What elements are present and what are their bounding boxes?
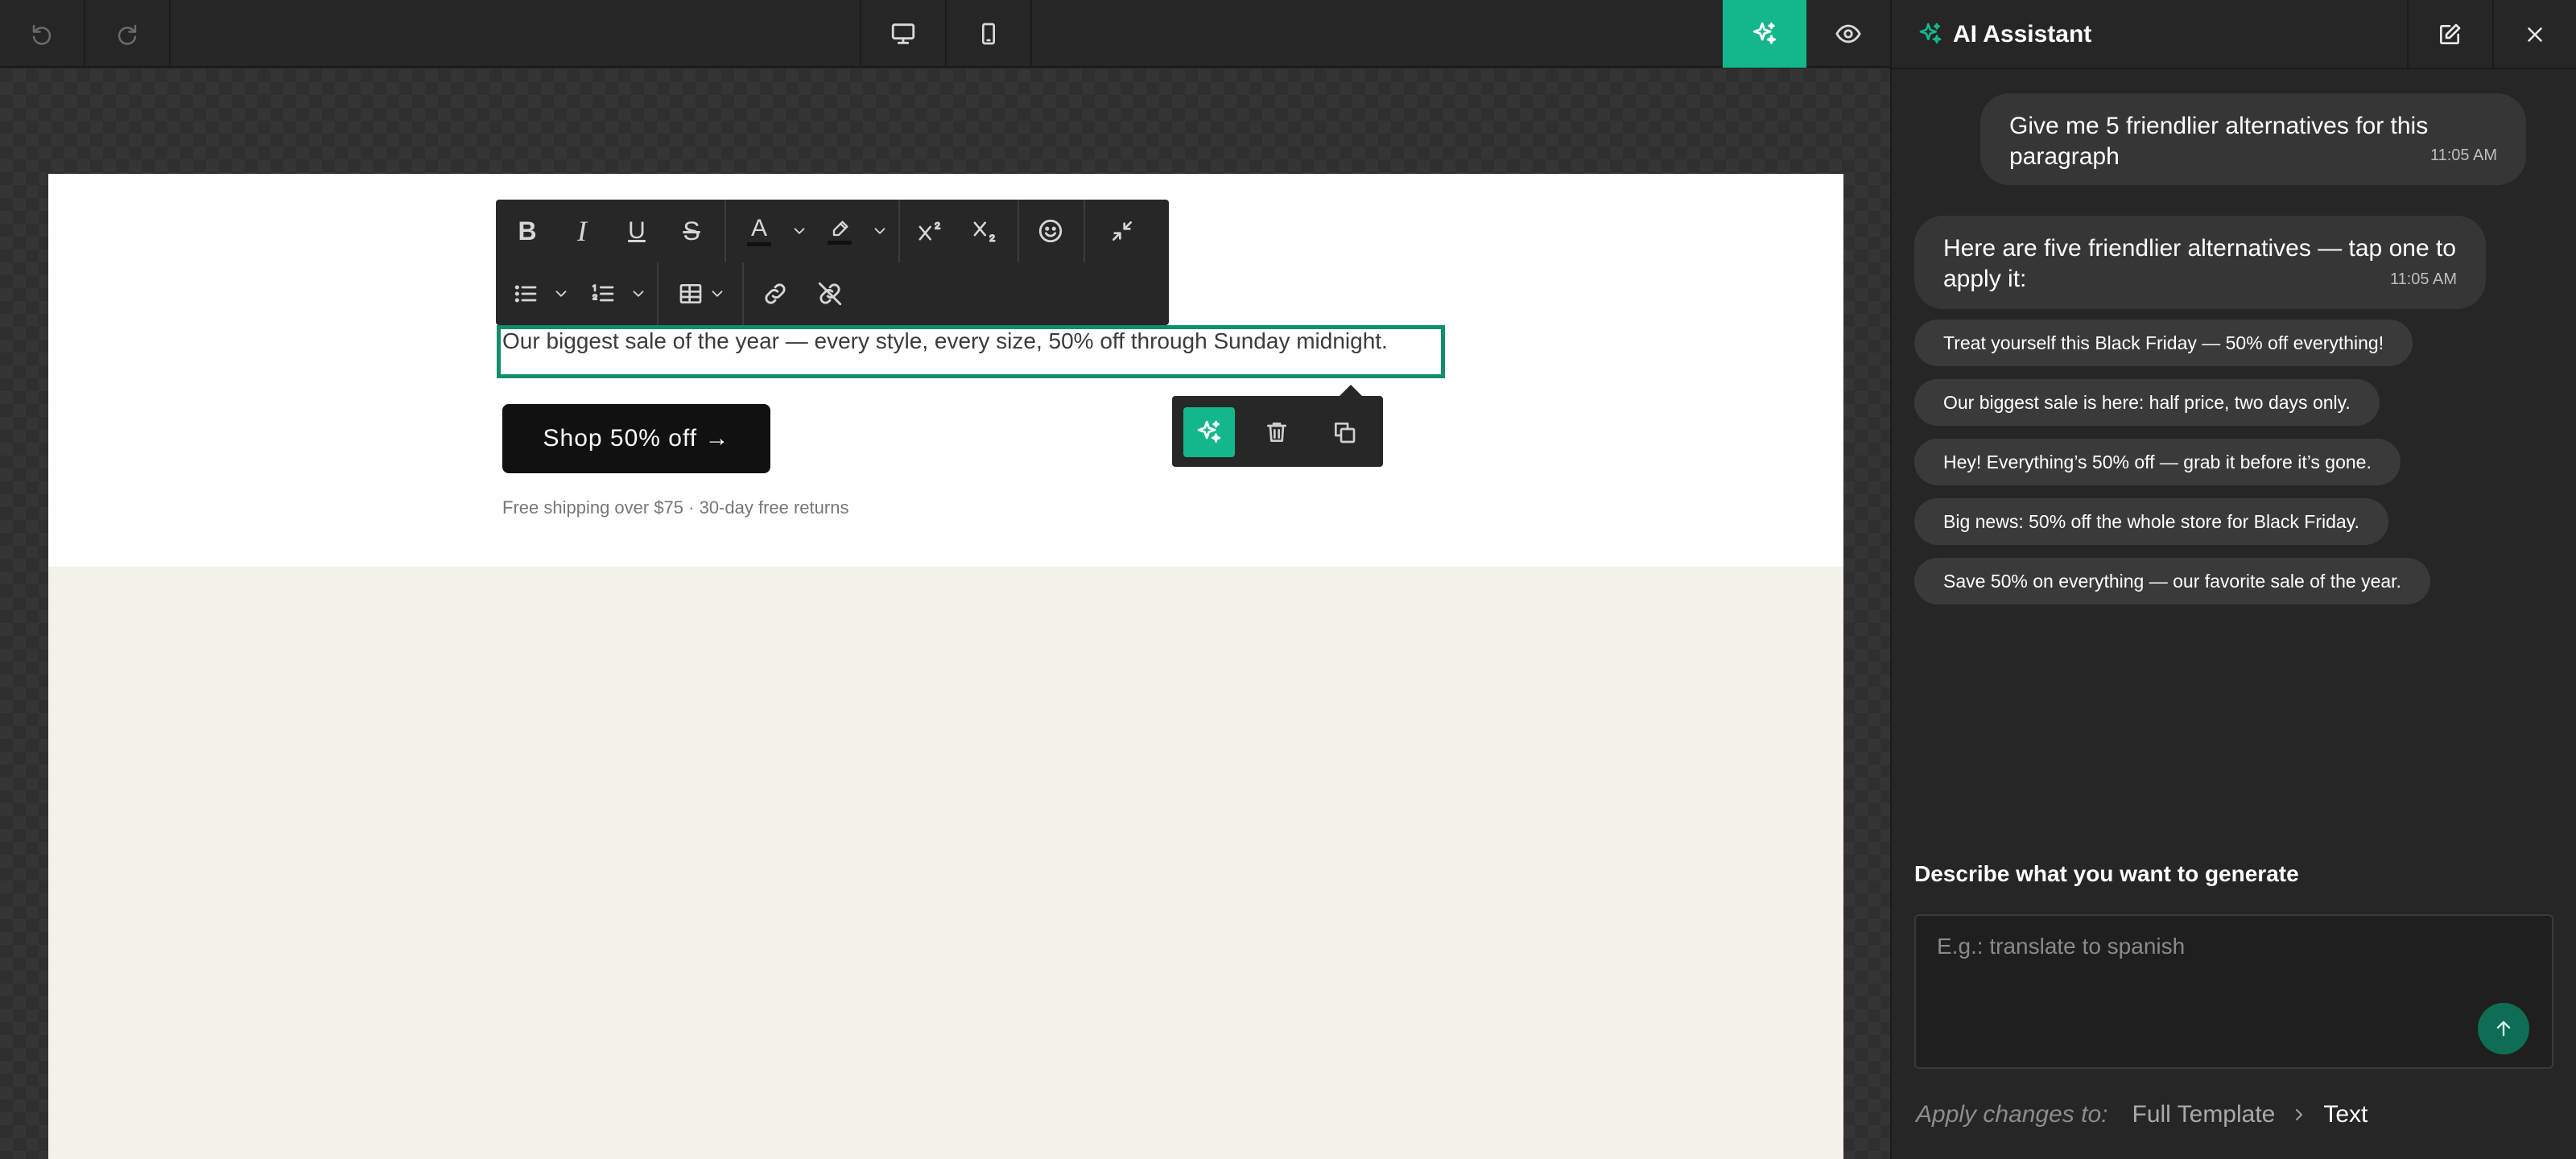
duplicate-block-button[interactable] (1319, 407, 1370, 457)
send-button[interactable] (2478, 1003, 2529, 1054)
delete-block-button[interactable] (1251, 407, 1302, 457)
superscript-icon (917, 218, 946, 244)
highlight-color-button[interactable] (813, 200, 866, 262)
chevron-down-icon (552, 285, 570, 303)
insert-link-button[interactable] (749, 262, 802, 325)
emoji-button[interactable] (1024, 200, 1077, 262)
mobile-view-button[interactable] (947, 0, 1030, 68)
strikethrough-icon: S (683, 216, 700, 245)
edit-icon (2437, 22, 2462, 47)
suggestion-chip[interactable]: Our biggest sale is here: half price, tw… (1914, 379, 2380, 426)
sparkles-icon (1195, 419, 1223, 446)
underline-button[interactable]: U (610, 200, 663, 262)
ai-rewrite-block-button[interactable] (1183, 407, 1235, 457)
apply-scope-breadcrumb: Apply changes to: Full Template Text (1916, 1101, 2368, 1128)
italic-button[interactable]: I (555, 200, 609, 262)
numbered-list-button[interactable] (580, 262, 626, 325)
bulleted-list-icon (512, 281, 539, 307)
format-row-1: B I U S A (496, 200, 1169, 262)
bulleted-list-dropdown[interactable] (549, 262, 573, 325)
scope-full-template[interactable]: Full Template (2132, 1101, 2276, 1128)
preview-button[interactable] (1806, 0, 1890, 68)
collapse-icon (1109, 218, 1135, 244)
subscript-button[interactable] (960, 200, 1013, 262)
eye-icon (1835, 20, 1862, 47)
superscript-button[interactable] (905, 200, 958, 262)
message-timestamp: 11:05 AM (2429, 146, 2497, 164)
top-toolbar (0, 0, 1890, 68)
collapse-toolbar-button[interactable] (1090, 200, 1154, 262)
strikethrough-button[interactable]: S (665, 200, 718, 262)
unlink-icon (816, 280, 844, 307)
suggestion-chip[interactable]: Treat yourself this Black Friday — 50% o… (1914, 320, 2413, 366)
link-icon (762, 280, 789, 307)
editor-canvas: Our biggest sale of the year — every sty… (0, 69, 1890, 1159)
bold-button[interactable]: B (501, 200, 554, 262)
bold-icon: B (518, 216, 537, 245)
bulleted-list-button[interactable] (502, 262, 549, 325)
sparkles-icon (1751, 20, 1778, 47)
emoji-icon (1037, 217, 1064, 245)
desktop-icon (890, 20, 917, 47)
highlight-color-dropdown[interactable] (868, 200, 892, 262)
shipping-note: Free shipping over $75 · 30-day free ret… (502, 497, 849, 518)
redo-icon (115, 22, 139, 46)
text-color-dropdown[interactable] (787, 200, 811, 262)
chevron-down-icon (791, 222, 808, 240)
email-document: Our biggest sale of the year — every sty… (48, 174, 1843, 1159)
redo-button[interactable] (85, 0, 169, 68)
trash-icon (1264, 419, 1290, 445)
close-panel-button[interactable] (2492, 0, 2576, 69)
unlink-button[interactable] (803, 262, 857, 325)
message-timestamp: 11:05 AM (2389, 270, 2457, 288)
apply-label: Apply changes to: (1916, 1101, 2108, 1128)
text-color-icon: A (747, 216, 771, 246)
undo-button[interactable] (0, 0, 84, 68)
suggestion-chip[interactable]: Save 50% on everything — our favorite sa… (1914, 558, 2430, 604)
underline-icon: U (628, 217, 646, 244)
prompt-input[interactable] (1937, 934, 2452, 959)
chevron-down-icon (630, 285, 647, 303)
chevron-down-icon (871, 222, 889, 240)
new-chat-button[interactable] (2407, 0, 2491, 69)
paragraph-text[interactable]: Our biggest sale of the year — every sty… (502, 328, 1388, 354)
chevron-right-icon (2289, 1105, 2309, 1124)
undo-icon (30, 22, 54, 46)
generate-label: Describe what you want to generate (1914, 861, 2299, 886)
suggestion-chip[interactable]: Hey! Everything’s 50% off — grab it befo… (1914, 439, 2401, 485)
table-icon (676, 281, 726, 307)
assistant-message: Here are five friendlier alternatives — … (1914, 216, 2486, 309)
panel-title: AI Assistant (1953, 21, 2092, 47)
prompt-box (1914, 914, 2553, 1069)
mobile-icon (976, 21, 1001, 47)
text-color-button[interactable]: A (733, 200, 786, 262)
ai-assistant-toggle-button[interactable] (1723, 0, 1806, 68)
suggestion-chip[interactable]: Big news: 50% off the whole store for Bl… (1914, 498, 2388, 545)
insert-table-button[interactable] (665, 262, 737, 325)
format-row-2 (496, 262, 1169, 325)
close-icon (2523, 23, 2547, 47)
sparkles-icon (1918, 21, 1943, 47)
user-message: Give me 5 friendlier alternatives for th… (1980, 93, 2526, 185)
user-message-text: Give me 5 friendlier alternatives for th… (2009, 113, 2429, 170)
subscript-icon (972, 218, 1001, 244)
italic-icon: I (577, 215, 587, 247)
numbered-list-dropdown[interactable] (626, 262, 650, 325)
assistant-message-text: Here are five friendlier alternatives — … (1943, 235, 2456, 292)
scope-text[interactable]: Text (2323, 1101, 2368, 1128)
duplicate-icon (1331, 419, 1357, 445)
desktop-view-button[interactable] (861, 0, 945, 68)
block-actions-toolbar (1172, 385, 1383, 467)
panel-header: AI Assistant (1892, 0, 2576, 69)
shop-cta-button[interactable]: Shop 50% off → (502, 404, 770, 473)
arrow-up-icon (2492, 1017, 2515, 1040)
numbered-list-icon (589, 281, 617, 307)
text-format-toolbar: B I U S A (496, 200, 1169, 325)
highlighter-icon (828, 218, 852, 245)
